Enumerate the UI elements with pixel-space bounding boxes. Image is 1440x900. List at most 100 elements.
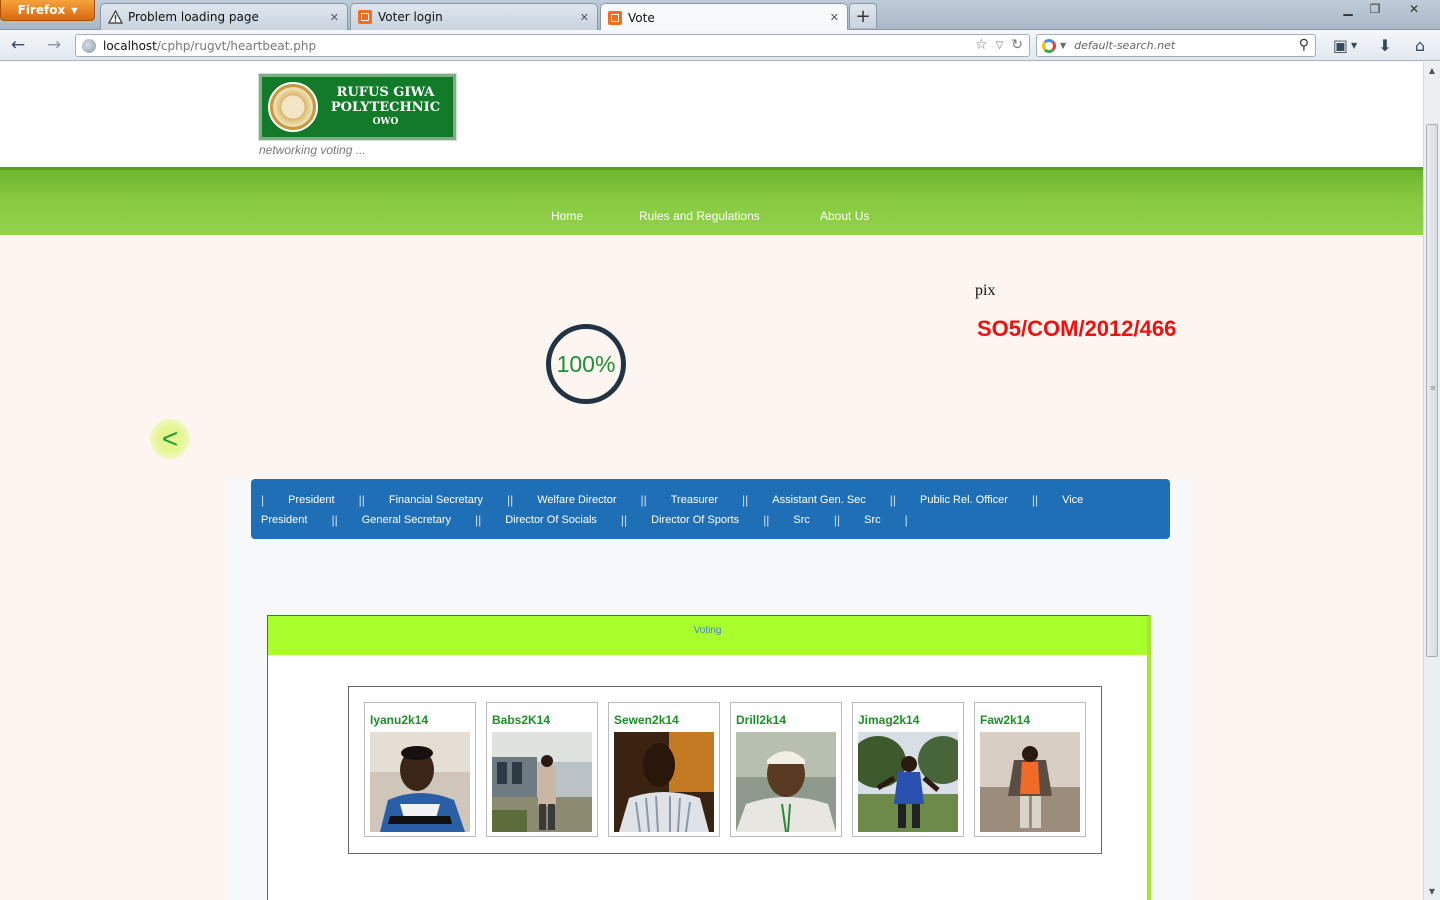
tab-title: Problem loading page xyxy=(128,10,259,24)
candidate-name: Babs2K14 xyxy=(492,713,551,727)
position-director-of-socials[interactable]: Director Of Socials xyxy=(505,514,597,526)
xampp-icon xyxy=(607,10,623,26)
back-button[interactable]: < xyxy=(150,419,190,459)
site-logo[interactable]: RUFUS GIWA POLYTECHNIC OWO xyxy=(259,74,456,140)
bookmarks-menu-icon[interactable]: ▣ ▼ xyxy=(1328,35,1362,55)
registration-number: SO5/COM/2012/466 xyxy=(977,316,1177,341)
reload-icon[interactable]: ↻ xyxy=(1011,37,1023,53)
candidate-photo[interactable] xyxy=(858,732,958,832)
url-path: /cphp/rugvt/heartbeat.php xyxy=(156,38,317,53)
page-content: RUFUS GIWA POLYTECHNIC OWO networking vo… xyxy=(0,62,1423,900)
voting-box: Voting Iyanu2k14 Babs2K14 Sewen2k14 Dril… xyxy=(267,615,1151,900)
tab-title: Vote xyxy=(628,10,655,25)
minimize-icon[interactable]: ▁ xyxy=(1335,0,1361,18)
chevron-down-icon: ▼ xyxy=(71,5,78,15)
position-general-secretary[interactable]: General Secretary xyxy=(362,514,451,526)
vertical-scrollbar[interactable]: ▲ ≡ ▼ xyxy=(1423,62,1440,900)
nav-top-border xyxy=(0,167,1423,170)
polytechnic-seal-icon xyxy=(268,82,318,132)
tab-title: Voter login xyxy=(378,10,443,24)
candidates-list: Iyanu2k14 Babs2K14 Sewen2k14 Drill2k14 J… xyxy=(348,686,1102,854)
candidate-name: Faw2k14 xyxy=(980,713,1031,727)
browser-navigation-bar: ← → localhost/cphp/rugvt/heartbeat.php ☆… xyxy=(0,30,1440,61)
position-src-1[interactable]: Src xyxy=(793,514,810,526)
main-nav-bar: Home Rules and Regulations About Us xyxy=(0,167,1423,235)
position-director-of-sports[interactable]: Director Of Sports xyxy=(651,514,739,526)
search-bar[interactable]: ▼ default-search.net ⚲ xyxy=(1036,34,1316,57)
candidate-card[interactable]: Sewen2k14 xyxy=(608,702,720,837)
candidate-name: Drill2k14 xyxy=(736,713,787,727)
candidate-name: Sewen2k14 xyxy=(614,713,679,727)
site-header: RUFUS GIWA POLYTECHNIC OWO networking vo… xyxy=(0,62,1423,167)
positions-row-2: President || General Secretary || Direct… xyxy=(261,513,908,527)
user-pix-label: pix xyxy=(975,282,996,299)
position-public-rel-officer[interactable]: Public Rel. Officer xyxy=(920,494,1008,506)
candidate-card[interactable]: Drill2k14 xyxy=(730,702,842,837)
search-engine-icon xyxy=(1042,38,1056,53)
back-arrow-icon[interactable]: ← xyxy=(7,35,29,55)
position-vice-president-cont[interactable]: President xyxy=(261,514,307,526)
voting-title: Voting xyxy=(693,625,722,636)
close-tab-icon[interactable]: ✕ xyxy=(330,11,339,24)
candidate-photo[interactable] xyxy=(492,732,592,832)
candidate-card[interactable]: Jimag2k14 xyxy=(852,702,964,837)
nav-about-us[interactable]: About Us xyxy=(820,209,869,223)
candidate-photo[interactable] xyxy=(370,732,470,832)
xampp-icon xyxy=(357,9,373,25)
history-dropdown-icon[interactable]: ▽ xyxy=(996,40,1004,53)
positions-row-1: | President || Financial Secretary || We… xyxy=(261,493,1084,507)
search-icon[interactable]: ⚲ xyxy=(1299,37,1309,53)
candidate-name: Jimag2k14 xyxy=(858,713,920,727)
voting-header: Voting xyxy=(268,616,1147,655)
candidate-photo[interactable] xyxy=(614,732,714,832)
progress-value: 100% xyxy=(556,350,616,377)
close-tab-icon[interactable]: ✕ xyxy=(580,11,589,24)
progress-ring: 100% xyxy=(546,324,626,404)
forward-arrow-icon[interactable]: → xyxy=(43,35,65,55)
site-tagline: networking voting ... xyxy=(259,143,366,157)
candidate-card[interactable]: Iyanu2k14 xyxy=(364,702,476,837)
url-host: localhost xyxy=(103,38,157,53)
scroll-grip-icon: ≡ xyxy=(1430,384,1436,392)
chevron-down-icon[interactable]: ▼ xyxy=(1060,41,1066,50)
globe-icon xyxy=(82,38,96,53)
candidate-name: Iyanu2k14 xyxy=(370,713,429,727)
new-tab-button[interactable]: + xyxy=(849,3,877,28)
firefox-menu-button[interactable]: Firefox ▼ xyxy=(0,0,95,21)
position-financial-secretary[interactable]: Financial Secretary xyxy=(389,494,483,506)
bookmark-star-icon[interactable]: ☆ xyxy=(975,37,988,53)
scrollbar-thumb[interactable]: ≡ xyxy=(1426,124,1438,657)
scroll-down-arrow-icon[interactable]: ▼ xyxy=(1424,883,1440,899)
browser-title-bar: Firefox ▼ Problem loading page ✕ Voter l… xyxy=(0,0,1440,31)
home-icon[interactable]: ⌂ xyxy=(1409,35,1431,55)
tab-vote[interactable]: Vote ✕ xyxy=(600,3,848,31)
nav-home[interactable]: Home xyxy=(551,209,583,223)
address-bar[interactable]: localhost/cphp/rugvt/heartbeat.php ☆ ▽ ↻ xyxy=(75,34,1030,57)
positions-menu: | President || Financial Secretary || We… xyxy=(251,479,1170,539)
nav-rules-and-regulations[interactable]: Rules and Regulations xyxy=(639,209,760,223)
candidate-photo[interactable] xyxy=(980,732,1080,832)
position-treasurer[interactable]: Treasurer xyxy=(671,494,718,506)
candidate-card[interactable]: Babs2K14 xyxy=(486,702,598,837)
tab-voter-login[interactable]: Voter login ✕ xyxy=(350,3,598,30)
close-window-icon[interactable]: ✕ xyxy=(1399,0,1429,18)
restore-icon[interactable]: ❐ xyxy=(1362,0,1388,18)
warning-icon xyxy=(107,9,123,25)
close-tab-icon[interactable]: ✕ xyxy=(830,11,839,24)
position-president[interactable]: President xyxy=(288,494,334,506)
candidate-photo[interactable] xyxy=(736,732,836,832)
tab-problem-loading[interactable]: Problem loading page ✕ xyxy=(100,3,348,30)
position-assistant-gen-sec[interactable]: Assistant Gen. Sec xyxy=(772,494,866,506)
logo-text: RUFUS GIWA POLYTECHNIC OWO xyxy=(318,85,453,130)
scroll-up-arrow-icon[interactable]: ▲ xyxy=(1424,62,1440,78)
logo-line-2: POLYTECHNIC xyxy=(330,99,441,115)
logo-line-3: OWO xyxy=(372,116,399,127)
position-vice-president[interactable]: Vice xyxy=(1062,494,1083,506)
downloads-icon[interactable]: ⬇ xyxy=(1374,35,1396,55)
position-src-2[interactable]: Src xyxy=(864,514,881,526)
position-welfare-director[interactable]: Welfare Director xyxy=(537,494,616,506)
candidate-card[interactable]: Faw2k14 xyxy=(974,702,1086,837)
search-input[interactable]: default-search.net xyxy=(1074,39,1175,52)
logo-line-1: RUFUS GIWA xyxy=(336,84,435,100)
firefox-menu-label: Firefox xyxy=(17,3,66,17)
